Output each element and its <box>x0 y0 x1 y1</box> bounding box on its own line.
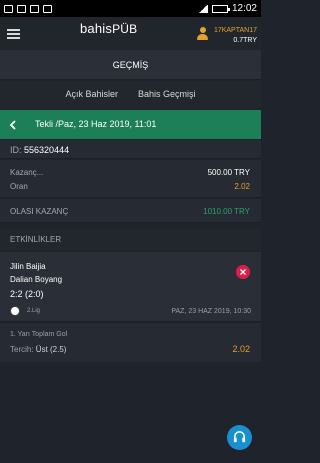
bet-header-title: Tekli /Paz, 23 Haz 2019, 11:01 <box>35 119 157 129</box>
notification-icon <box>4 4 13 13</box>
tab-open-bets[interactable]: Açık Bahisler <box>65 81 118 108</box>
home-team: Jilin Baijia <box>10 262 46 271</box>
bet-id-value: 556320444 <box>24 145 70 155</box>
gallery-icon <box>17 4 26 13</box>
bet-amount-row: Kazanç... 500.00 TRY Oran 2.02 <box>0 160 261 198</box>
amount-value: 500.00 TRY <box>207 168 250 177</box>
odds-label: Oran <box>10 182 28 191</box>
potential-win-row: OLASI KAZANÇ 1010.00 TRY <box>0 199 261 223</box>
potential-win-label: OLASI KAZANÇ <box>10 207 69 216</box>
amount-label: Kazanç... <box>10 168 44 177</box>
tab-bar: Açık Bahisler Bahis Geçmişi <box>0 81 261 108</box>
choice-value: Üst (2.5) <box>35 345 67 354</box>
event-date: PAZ, 23 HAZ 2019, 10:30 <box>171 308 251 315</box>
logo-accent: PÜB <box>112 22 138 36</box>
headset-icon <box>233 431 246 443</box>
bet-id-label: ID: <box>10 145 22 155</box>
balance: 0.7TRY <box>233 37 257 44</box>
event-score: 2:2 (2:0) <box>10 289 44 299</box>
league-name: 2.Lig <box>27 308 41 314</box>
logo[interactable]: bahisPÜB <box>80 21 137 36</box>
football-icon <box>10 306 20 316</box>
chevron-left-icon <box>9 119 16 130</box>
choice-odds: 2.02 <box>232 344 250 354</box>
choice-label: Tercih: <box>10 345 34 354</box>
bet-id: ID: 556320444 <box>10 145 69 155</box>
events-section-header: ETKİNLİKLER <box>0 229 261 251</box>
user-icon[interactable] <box>197 27 208 41</box>
event-card: Jilin Baijia Dalian Boyang 2:2 (2:0) 2.L… <box>0 252 261 322</box>
bet-header: Tekli /Paz, 23 Haz 2019, 11:01 <box>0 110 261 139</box>
close-icon <box>240 269 246 275</box>
logo-main: bahis <box>80 21 113 36</box>
bet-id-row: ID: 556320444 <box>0 140 261 159</box>
page-title: GEÇMİŞ <box>0 50 261 80</box>
top-bar: bahisPÜB 17KAPTAN17 0.7TRY <box>0 17 261 50</box>
odds-value: 2.02 <box>234 182 250 191</box>
message-icon <box>43 4 52 13</box>
market-name: 1. Yarı Toplam Gol <box>10 331 68 338</box>
signal-icon <box>197 4 208 13</box>
tab-bet-history[interactable]: Bahis Geçmişi <box>138 81 196 108</box>
image-icon <box>30 4 39 13</box>
username[interactable]: 17KAPTAN17 <box>214 27 257 34</box>
market-row: 1. Yarı Toplam Gol Tercih: Üst (2.5) 2.0… <box>0 323 261 362</box>
status-bar: 12:02 <box>0 0 261 17</box>
support-chat-button[interactable] <box>227 425 252 450</box>
battery-icon <box>211 4 230 13</box>
status-time: 12:02 <box>231 3 257 14</box>
potential-win-value: 1010.00 TRY <box>203 207 250 216</box>
away-team: Dalian Boyang <box>10 275 63 284</box>
choice: Tercih: Üst (2.5) <box>10 345 66 354</box>
menu-icon[interactable] <box>7 29 20 39</box>
back-button[interactable] <box>0 110 24 139</box>
remove-event-button[interactable] <box>236 265 250 279</box>
